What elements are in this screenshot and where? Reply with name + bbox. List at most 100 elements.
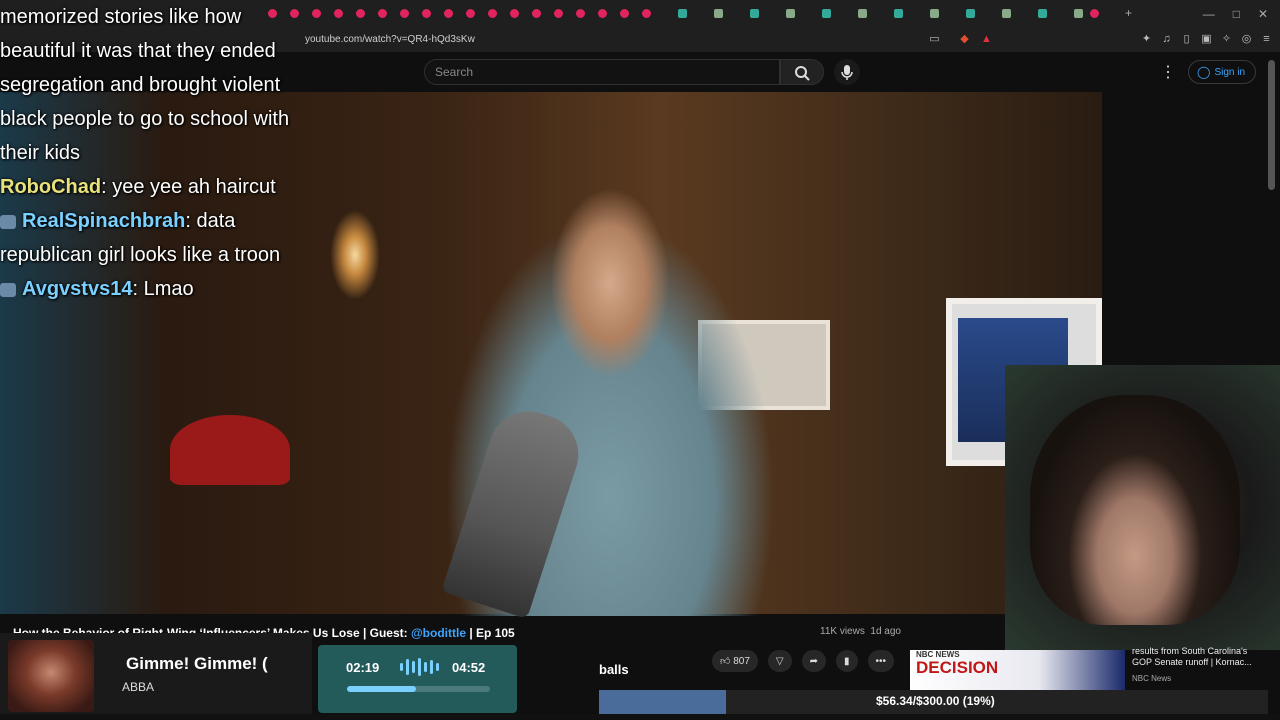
video-lamp (330, 210, 380, 300)
thumbs-down-icon: ▽ (775, 655, 784, 667)
song-progress-fill (347, 686, 416, 692)
youtube-tab-icon[interactable] (642, 9, 651, 18)
close-icon[interactable]: ✕ (1258, 7, 1268, 21)
album-art (8, 640, 94, 712)
like-button[interactable]: 👍︎ 807 (712, 650, 758, 672)
like-count: 807 (733, 655, 750, 667)
chat-message: : data (185, 210, 236, 232)
site-tab-icon[interactable] (930, 9, 939, 18)
leo-icon[interactable]: ✧ (1220, 33, 1233, 46)
settings-menu-button[interactable]: ⋮ (1160, 62, 1176, 82)
current-time: 02:19 (346, 660, 380, 675)
donation-goal-fill (599, 690, 727, 714)
chat-message: : Lmao (132, 278, 194, 300)
sign-in-label: Sign in (1214, 66, 1246, 78)
vpn-icon[interactable]: ◎ (1240, 33, 1253, 46)
donation-goal-text: $56.34/$300.00 (19%) (876, 694, 995, 708)
youtube-tab-icon[interactable] (422, 9, 431, 18)
recommended-video-channel[interactable]: NBC News (1132, 674, 1171, 683)
youtube-tab-icon[interactable] (334, 9, 343, 18)
minimize-icon[interactable]: — (1203, 7, 1215, 21)
site-tab-icon[interactable] (678, 9, 687, 18)
video-red-cap (170, 415, 290, 485)
youtube-tab-icon[interactable] (444, 9, 453, 18)
subscriber-badge-icon (0, 282, 16, 297)
chat-line: republican girl looks like a troon (0, 238, 330, 272)
rewards-icon[interactable]: ▲ (980, 33, 993, 46)
share-button[interactable]: ➦ (801, 650, 827, 672)
url-text[interactable]: youtube.com/watch?v=QR4-hQd3sKw (305, 34, 475, 45)
decision-graphic-text: DECISION (916, 658, 999, 677)
wallet-icon[interactable]: ▣ (1200, 33, 1213, 46)
menu-icon[interactable]: ≡ (1260, 33, 1273, 46)
save-button[interactable]: ▮ (836, 650, 858, 672)
youtube-tab-icon[interactable] (620, 9, 629, 18)
chat-line: memorized stories like how (0, 0, 330, 34)
guest-handle-link[interactable]: @bodittle (411, 626, 466, 640)
site-tab-icon[interactable] (966, 9, 975, 18)
chat-line: beautiful it was that they ended (0, 34, 330, 68)
video-actions: 👍︎ 807 ▽ ➦ ▮ ••• (712, 650, 895, 672)
maximize-icon[interactable]: □ (1233, 7, 1240, 21)
microphone-icon (841, 65, 853, 80)
chat-line: black people to go to school with (0, 102, 330, 136)
chat-message: republican girl looks like a troon (0, 244, 281, 266)
site-tab-icon[interactable] (1038, 9, 1047, 18)
site-tab-icon[interactable] (894, 9, 903, 18)
youtube-tab-icon[interactable] (554, 9, 563, 18)
voice-search-button[interactable] (834, 59, 860, 85)
site-tab-icon[interactable] (714, 9, 723, 18)
extensions-icon[interactable]: ✦ (1140, 33, 1153, 46)
page-scrollbar[interactable] (1268, 60, 1275, 190)
chat-message: memorized stories like how (0, 6, 242, 28)
youtube-tab-icon[interactable] (598, 9, 607, 18)
chat-overlay: memorized stories like how beautiful it … (0, 0, 330, 306)
chat-line: segregation and brought violent (0, 68, 330, 102)
video-title-suffix: | Ep 105 (466, 626, 515, 640)
account-icon: ◯ (1197, 65, 1211, 79)
brave-shield-icon[interactable]: ◆ (958, 33, 971, 46)
thumbs-up-icon: 👍︎ (720, 656, 734, 667)
youtube-tab-icon[interactable] (510, 9, 519, 18)
youtube-tab-icon[interactable] (532, 9, 541, 18)
chat-username: Avgvstvs14 (22, 278, 133, 300)
bookmark-icon: ▮ (844, 655, 850, 667)
youtube-tab-icon[interactable] (488, 9, 497, 18)
youtube-tab-icon[interactable] (400, 9, 409, 18)
upload-age: 1d ago (870, 626, 901, 637)
site-tab-icon[interactable] (750, 9, 759, 18)
youtube-tab-icon[interactable] (1090, 9, 1099, 18)
search-input[interactable]: Search (424, 59, 780, 85)
new-tab-icon[interactable]: + (1125, 6, 1132, 20)
search-button[interactable] (780, 59, 824, 85)
youtube-tab-icon[interactable] (466, 9, 475, 18)
more-actions-button[interactable]: ••• (867, 650, 895, 672)
cast-icon[interactable]: ▭ (928, 33, 941, 46)
video-meta: 11K views 1d ago (820, 626, 901, 637)
chat-message: beautiful it was that they ended (0, 40, 276, 62)
site-tab-icon[interactable] (1074, 9, 1083, 18)
sign-in-button[interactable]: ◯ Sign in (1188, 60, 1256, 84)
youtube-tab-icon[interactable] (576, 9, 585, 18)
view-count: 11K views (820, 626, 865, 637)
sidebar-icon[interactable]: ▯ (1180, 33, 1193, 46)
site-tab-icon[interactable] (786, 9, 795, 18)
media-icon[interactable]: ♫ (1160, 33, 1173, 46)
audio-waveform-icon (400, 657, 440, 677)
chat-username: RoboChad (0, 176, 102, 198)
window-controls: — □ ✕ (1203, 0, 1280, 28)
site-tab-icon[interactable] (858, 9, 867, 18)
playback-panel (318, 645, 517, 713)
chat-message: : yee yee ah haircut (101, 176, 276, 198)
chat-message: black people to go to school with (0, 108, 290, 130)
site-tab-icon[interactable] (822, 9, 831, 18)
dislike-button[interactable]: ▽ (767, 650, 792, 672)
youtube-tab-icon[interactable] (378, 9, 387, 18)
recommended-video-title[interactable]: results from South Carolina's GOP Senate… (1132, 646, 1262, 668)
subscriber-badge-icon (0, 214, 16, 229)
youtube-tab-icon[interactable] (356, 9, 365, 18)
site-tab-icon[interactable] (1002, 9, 1011, 18)
streamer-face (1030, 395, 1240, 625)
search-icon (795, 66, 810, 81)
share-icon: ➦ (809, 655, 819, 667)
